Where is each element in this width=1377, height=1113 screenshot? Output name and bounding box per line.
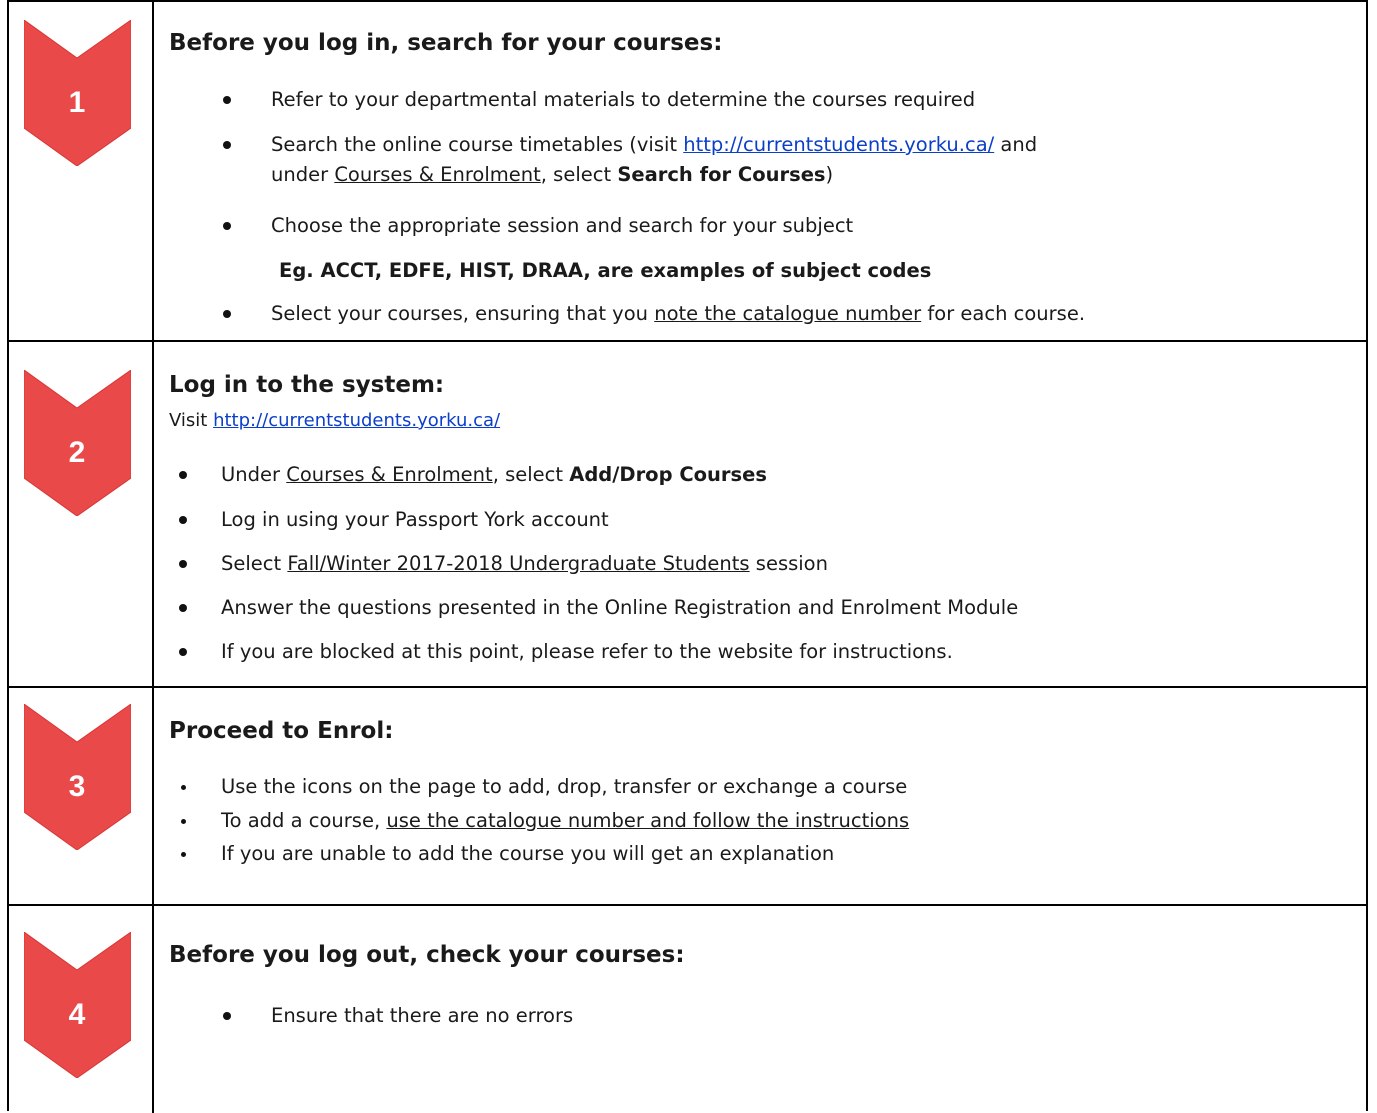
subject-code-example: Eg. ACCT, EDFE, HIST, DRAA, are examples…	[279, 259, 932, 282]
column-divider	[152, 2, 154, 340]
steps-table: 1 Before you log in, search for your cou…	[7, 0, 1368, 1113]
chevron-step-2-icon: 2	[24, 370, 131, 516]
step1-bullet-2-line-2: under Courses & Enrolment, select Search…	[271, 163, 834, 186]
step-content-4: Before you log out, check your courses: …	[169, 906, 1356, 1113]
step2-bullet-3: Select Fall/Winter 2017-2018 Undergradua…	[221, 552, 828, 575]
bullet	[223, 222, 231, 230]
bullet	[179, 560, 187, 568]
column-divider	[152, 342, 154, 686]
step1-bullet-3: Choose the appropriate session and searc…	[271, 214, 854, 237]
step-content-3: Proceed to Enrol: Use the icons on the p…	[169, 688, 1356, 904]
chevron-step-1-icon: 1	[24, 20, 131, 166]
step3-bullet-3: If you are unable to add the course you …	[221, 842, 835, 865]
step2-bullet-4: Answer the questions presented in the On…	[221, 596, 1019, 619]
step1-bullet-2: Search the online course timetables (vis…	[271, 133, 1038, 156]
bullet	[181, 819, 186, 824]
step-number-4: 4	[69, 998, 86, 1031]
step-row-1: 1 Before you log in, search for your cou…	[9, 2, 1366, 342]
bullet	[223, 96, 231, 104]
bullet	[179, 471, 187, 479]
step1-bullet-4: Select your courses, ensuring that you n…	[271, 302, 1086, 325]
step2-bullet-2: Log in using your Passport York account	[221, 508, 609, 531]
step4-bullet-1: Ensure that there are no errors	[271, 1004, 574, 1027]
step-row-3: 3 Proceed to Enrol: Use the icons on the…	[9, 688, 1366, 906]
step-heading-2: Log in to the system:	[169, 372, 445, 398]
step-row-4: 4 Before you log out, check your courses…	[9, 906, 1366, 1113]
bullet	[223, 1012, 231, 1020]
bullet	[179, 604, 187, 612]
column-divider	[152, 688, 154, 904]
step3-bullet-2: To add a course, use the catalogue numbe…	[221, 809, 910, 832]
step-heading-3: Proceed to Enrol:	[169, 718, 394, 744]
step-heading-1: Before you log in, search for your cours…	[169, 30, 723, 56]
currentstudents-link[interactable]: http://currentstudents.yorku.ca/	[213, 410, 500, 431]
chevron-step-3-icon: 3	[24, 704, 131, 850]
bullet	[181, 785, 186, 790]
step2-bullet-1: Under Courses & Enrolment, select Add/Dr…	[221, 463, 767, 486]
step-row-2: 2 Log in to the system: Visit http://cur…	[9, 342, 1366, 688]
step-number-2: 2	[69, 436, 86, 469]
step1-bullet-1: Refer to your departmental materials to …	[271, 88, 976, 111]
step-number-3: 3	[69, 770, 86, 803]
bullet	[181, 852, 186, 857]
visit-line: Visit http://currentstudents.yorku.ca/	[169, 410, 501, 431]
bullet	[179, 516, 187, 524]
add-drop-courses-label: Add/Drop Courses	[569, 463, 767, 486]
chevron-step-4-icon: 4	[24, 932, 131, 1078]
step2-bullet-5: If you are blocked at this point, please…	[221, 640, 953, 663]
step-heading-4: Before you log out, check your courses:	[169, 942, 685, 968]
column-divider	[152, 906, 154, 1113]
search-for-courses-label: Search for Courses	[617, 163, 826, 186]
step3-bullet-1: Use the icons on the page to add, drop, …	[221, 775, 908, 798]
step-content-1: Before you log in, search for your cours…	[169, 2, 1356, 340]
step-number-1: 1	[69, 86, 86, 119]
bullet	[179, 648, 187, 656]
step-content-2: Log in to the system: Visit http://curre…	[169, 342, 1356, 686]
bullet	[223, 310, 231, 318]
currentstudents-link[interactable]: http://currentstudents.yorku.ca/	[683, 133, 994, 156]
bullet	[223, 141, 231, 149]
